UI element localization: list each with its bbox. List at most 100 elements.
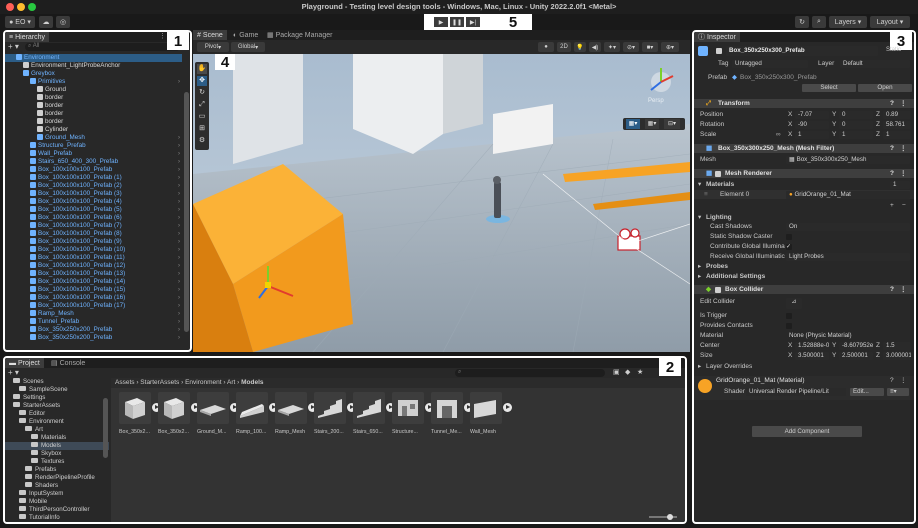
open-prefab-icon[interactable]: › [178,238,180,246]
add-icon[interactable]: + ▾ [8,368,19,377]
open-prefab-icon[interactable]: › [178,334,180,342]
hierarchy-item[interactable]: Ground_Mesh › [5,134,182,142]
hierarchy-item[interactable]: Box_100x100x100_Prefab (14) › [5,278,182,286]
open-prefab-icon[interactable]: › [178,294,180,302]
hierarchy-item[interactable]: Box_100x100x100_Prefab (7) › [5,222,182,230]
tab-package-manager[interactable]: ▦ Package Manager [263,30,336,40]
open-prefab-icon[interactable]: › [178,134,180,142]
history-button[interactable]: ↻ [795,16,809,28]
help-icon[interactable]: ? [890,169,894,178]
folder-tree-item[interactable]: Shaders [5,482,109,490]
hierarchy-item[interactable]: Box_100x100x100_Prefab (2) › [5,182,182,190]
shader-options-button[interactable]: ≡▾ [887,388,909,396]
rotation-y-field[interactable]: 0 [839,120,873,129]
tab-hierarchy[interactable]: ≡ Hierarchy [5,32,50,42]
hidden-objects-toggle[interactable]: ⊘▾ [623,42,639,52]
step-button[interactable]: ▶| [466,17,480,27]
hierarchy-search-input[interactable]: ⌕ All [25,43,180,51]
folder-tree-item[interactable]: Settings [5,394,109,402]
hierarchy-item[interactable]: border [5,110,182,118]
hierarchy-item[interactable]: Box_100x100x100_Prefab (16) › [5,294,182,302]
hierarchy-item[interactable]: Ground [5,86,182,94]
open-prefab-icon[interactable]: › [178,214,180,222]
hierarchy-item[interactable]: Stairs_650_400_300_Prefab › [5,158,182,166]
hierarchy-item[interactable]: Box_100x100x100_Prefab (10) › [5,246,182,254]
link-icon[interactable]: ∞ [776,130,781,139]
hierarchy-item[interactable]: Box_100x100x100_Prefab (8) › [5,230,182,238]
open-prefab-icon[interactable]: › [178,302,180,310]
breadcrumb-item[interactable]: StarterAssets [140,379,179,386]
asset-item[interactable]: Stairs_200... [314,392,356,435]
open-prefab-icon[interactable]: › [178,182,180,190]
hierarchy-item[interactable]: Box_100x100x100_Prefab (3) › [5,190,182,198]
material-object-field[interactable]: ● GridOrange_01_Mat [786,190,910,199]
hierarchy-item[interactable]: Box_100x100x100_Prefab (6) › [5,214,182,222]
object-name-field[interactable]: Box_350x250x300_Prefab [726,46,878,56]
size-z-field[interactable]: 3.000001 [883,351,911,360]
physic-material-field[interactable]: None (Physic Material) [786,332,910,340]
favorite-icon[interactable]: ★ [637,368,643,376]
pivot-dropdown[interactable]: Pivot ▾ [197,42,229,52]
hierarchy-item[interactable]: Box_100x100x100_Prefab (9) › [5,238,182,246]
project-tree-scrollbar[interactable] [103,398,108,458]
panel-menu-icon[interactable]: ⋮ [159,32,166,40]
active-checkbox[interactable] [716,48,722,54]
folder-tree-item[interactable]: Skybox [5,450,109,458]
hierarchy-item[interactable]: Tunnel_Prefab › [5,318,182,326]
box-collider-header[interactable]: ◆ Box Collider ? ⋮ [694,285,914,294]
open-prefab-icon[interactable]: › [178,166,180,174]
center-z-field[interactable]: 1.5 [883,341,911,350]
hierarchy-item[interactable]: Wall_Prefab › [5,150,182,158]
asset-item[interactable]: Box_350x2... [158,392,200,435]
account-button[interactable]: ● EO ▾ [5,16,35,28]
center-y-field[interactable]: -8.607952e [839,341,873,350]
hierarchy-item[interactable]: Greybox [5,70,182,78]
select-button[interactable]: Select [802,83,856,92]
open-prefab-icon[interactable]: › [178,142,180,150]
folder-tree-item[interactable]: SampleScene [5,386,109,394]
size-x-field[interactable]: 3.500001 [795,351,829,360]
layers-dropdown[interactable]: Layers ▾ [829,16,867,28]
lighting-row[interactable]: ▾ Lighting [694,213,914,222]
rotate-tool-icon[interactable]: ↻ [197,88,207,98]
cloud-button[interactable]: ☁ [39,16,53,28]
rect-tool-icon[interactable]: ▭ [197,112,207,122]
hierarchy-item[interactable]: Ramp_Mesh › [5,310,182,318]
label-icon[interactable]: ◆ [625,368,630,376]
open-prefab-icon[interactable]: › [178,158,180,166]
rotation-z-field[interactable]: 58.761 [883,120,911,129]
folder-tree-item[interactable]: Scenes [5,378,109,386]
tab-console[interactable]: ▤ Console [47,358,89,368]
hierarchy-item[interactable]: Box_100x100x100_Prefab (5) › [5,206,182,214]
hierarchy-item[interactable]: Box_100x100x100_Prefab (12) › [5,262,182,270]
contribute-gi-checkbox[interactable]: ✓ [786,243,792,250]
hierarchy-item[interactable]: border [5,94,182,102]
settings-icon[interactable]: ⋮ [900,99,907,108]
collab-button[interactable]: ◎ [56,16,70,28]
tab-inspector[interactable]: ⓘ Inspector [694,32,740,42]
open-prefab-icon[interactable]: › [178,318,180,326]
hierarchy-item[interactable]: Environment_LightProbeAnchor [5,62,182,70]
receive-gi-dropdown[interactable]: Light Probes [786,252,910,261]
global-dropdown[interactable]: Global ▾ [231,42,265,52]
align-icon[interactable]: ⊟▾ [664,119,680,129]
hierarchy-item[interactable]: Box_100x100x100_Prefab (17) › [5,302,182,310]
hierarchy-item[interactable]: Structure_Prefab › [5,142,182,150]
scale-z-field[interactable]: 1 [883,130,911,139]
hierarchy-tree[interactable]: Environment Environment_LightProbeAnchor G… [5,54,182,350]
hierarchy-item[interactable]: Primitives › [5,78,182,86]
open-button[interactable]: Open [858,83,912,92]
prefab-value[interactable]: Box_350x250x300_Prefab [740,73,817,82]
scale-x-field[interactable]: 1 [795,130,829,139]
materials-count-field[interactable]: 1 [890,180,910,189]
is-trigger-checkbox[interactable] [786,312,792,319]
cast-shadows-dropdown[interactable]: On [786,222,910,231]
static-shadow-checkbox[interactable] [786,233,792,240]
move-tool-icon[interactable]: ✥ [197,76,207,86]
play-button[interactable]: ▶ [434,17,448,27]
add-icon[interactable]: + ▾ [8,42,19,51]
snap-increment-icon[interactable]: ▦▾ [645,119,659,129]
search-button[interactable]: ⌕ [812,16,826,28]
folder-tree-item[interactable]: Textures [5,458,109,466]
settings-icon[interactable]: ⋮ [900,144,907,153]
